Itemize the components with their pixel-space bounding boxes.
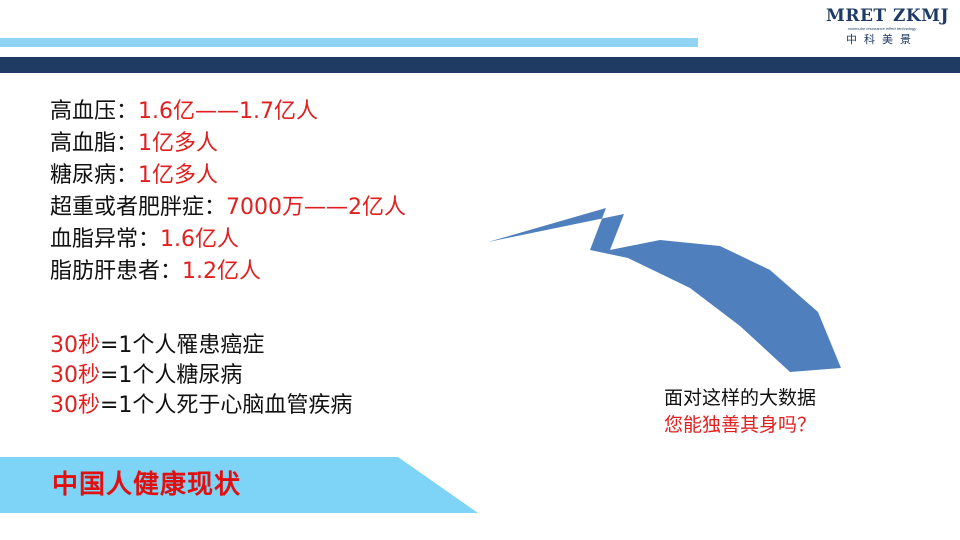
- fact-row-diabetes: 30秒=1个人糖尿病: [50, 361, 352, 391]
- stat-value: 1.6亿——1.7亿人: [138, 99, 318, 124]
- stat-label: 脂肪肝患者：: [50, 259, 183, 284]
- fact-text: =1个人死于心脑血管疾病: [100, 393, 353, 418]
- stat-label: 高血脂：: [50, 131, 139, 156]
- fact-text: =1个人糖尿病: [100, 363, 243, 388]
- banner-title: 中国人健康现状: [52, 470, 242, 500]
- stat-row-fatty-liver: 脂肪肝患者：1.2亿人: [50, 256, 406, 288]
- question-callout: 面对这样的大数据 您能独善其身吗？: [664, 385, 816, 439]
- fact-time: 30秒: [50, 333, 100, 358]
- fact-row-cancer: 30秒=1个人罹患癌症: [50, 331, 352, 361]
- time-facts-list: 30秒=1个人罹患癌症 30秒=1个人糖尿病 30秒=1个人死于心脑血管疾病: [50, 331, 352, 421]
- stat-label: 超重或者肥胖症：: [50, 195, 227, 220]
- fact-time: 30秒: [50, 363, 100, 388]
- stat-value: 1亿多人: [138, 163, 219, 188]
- fact-text: =1个人罹患癌症: [100, 333, 265, 358]
- stat-row-dyslipidemia: 血脂异常：1.6亿人: [50, 224, 406, 256]
- question-line-2: 您能独善其身吗？: [664, 414, 817, 436]
- stat-value: 7000万——2亿人: [226, 195, 407, 220]
- stat-row-diabetes: 糖尿病：1亿多人: [50, 160, 406, 192]
- question-line-1: 面对这样的大数据: [664, 387, 817, 409]
- health-stats-list: 高血压：1.6亿——1.7亿人 高血脂：1亿多人 糖尿病：1亿多人 超重或者肥胖…: [50, 96, 406, 288]
- stat-row-hypertension: 高血压：1.6亿——1.7亿人: [50, 96, 406, 128]
- stat-value: 1亿多人: [138, 131, 219, 156]
- stat-row-hyperlipidemia: 高血脂：1亿多人: [50, 128, 406, 160]
- fact-row-cardiovascular: 30秒=1个人死于心脑血管疾病: [50, 391, 352, 421]
- stat-value: 1.2亿人: [182, 259, 262, 284]
- stat-label: 高血压：: [50, 99, 139, 124]
- stat-label: 血脂异常：: [50, 227, 161, 252]
- stat-value: 1.6亿人: [160, 227, 240, 252]
- curved-arrow-icon: [488, 208, 841, 372]
- stat-row-obesity: 超重或者肥胖症：7000万——2亿人: [50, 192, 406, 224]
- stat-label: 糖尿病：: [50, 163, 139, 188]
- fact-time: 30秒: [50, 393, 100, 418]
